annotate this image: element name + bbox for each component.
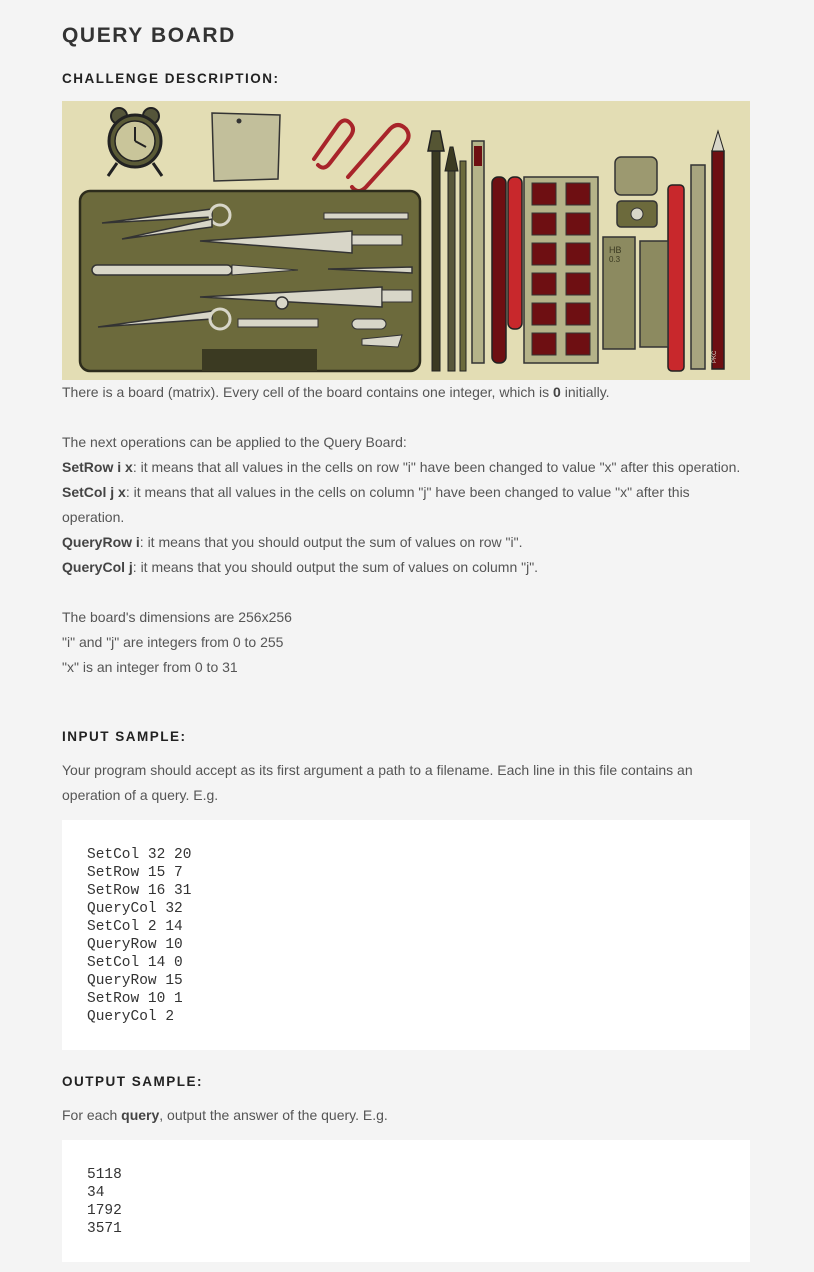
paint-palette-icon [523, 176, 599, 364]
drafting-set-icon [78, 189, 422, 373]
output-sample-code: 5118 34 1792 3571 [62, 1140, 750, 1262]
challenge-description-heading: CHALLENGE DESCRIPTION: [62, 71, 280, 86]
eraser-icon [614, 156, 658, 196]
alarm-clock-icon [106, 107, 164, 177]
intro-paragraph: There is a board (matrix). Every cell of… [62, 384, 610, 400]
value-range: "x" is an integer from 0 to 31 [62, 659, 238, 675]
index-range: "i" and "j" are integers from 0 to 255 [62, 634, 284, 650]
input-sample-heading: INPUT SAMPLE: [62, 729, 187, 744]
initial-value: 0 [553, 384, 561, 400]
pencil-label: PKC [712, 350, 718, 363]
challenge-description-body: There is a board (matrix). Every cell of… [62, 380, 750, 680]
drafting-tools-illustration: PKC HB 0.3 [62, 101, 750, 380]
sharpener-icon [616, 200, 658, 228]
operation-setrow: SetRow i x: it means that all values in … [62, 459, 741, 475]
output-description: For each query, output the answer of the… [62, 1107, 388, 1123]
lead-box-label: HB [609, 245, 622, 255]
operations-intro: The next operations can be applied to th… [62, 434, 407, 450]
sticky-note-icon [211, 112, 281, 182]
input-description: Your program should accept as its first … [62, 762, 693, 803]
board-dimensions: The board's dimensions are 256x256 [62, 609, 292, 625]
input-sample-code: SetCol 32 20 SetRow 15 7 SetRow 16 31 Qu… [62, 820, 750, 1050]
output-sample-heading: OUTPUT SAMPLE: [62, 1074, 203, 1089]
operation-querycol: QueryCol j: it means that you should out… [62, 559, 539, 575]
lead-box-icon: HB 0.3 [602, 236, 669, 350]
query-keyword: query [121, 1107, 160, 1123]
page-title: QUERY BOARD [62, 24, 236, 47]
operation-queryrow: QueryRow i: it means that you should out… [62, 534, 523, 550]
lead-size-label: 0.3 [609, 255, 621, 264]
operation-setcol: SetCol j x: it means that all values in … [62, 484, 690, 525]
